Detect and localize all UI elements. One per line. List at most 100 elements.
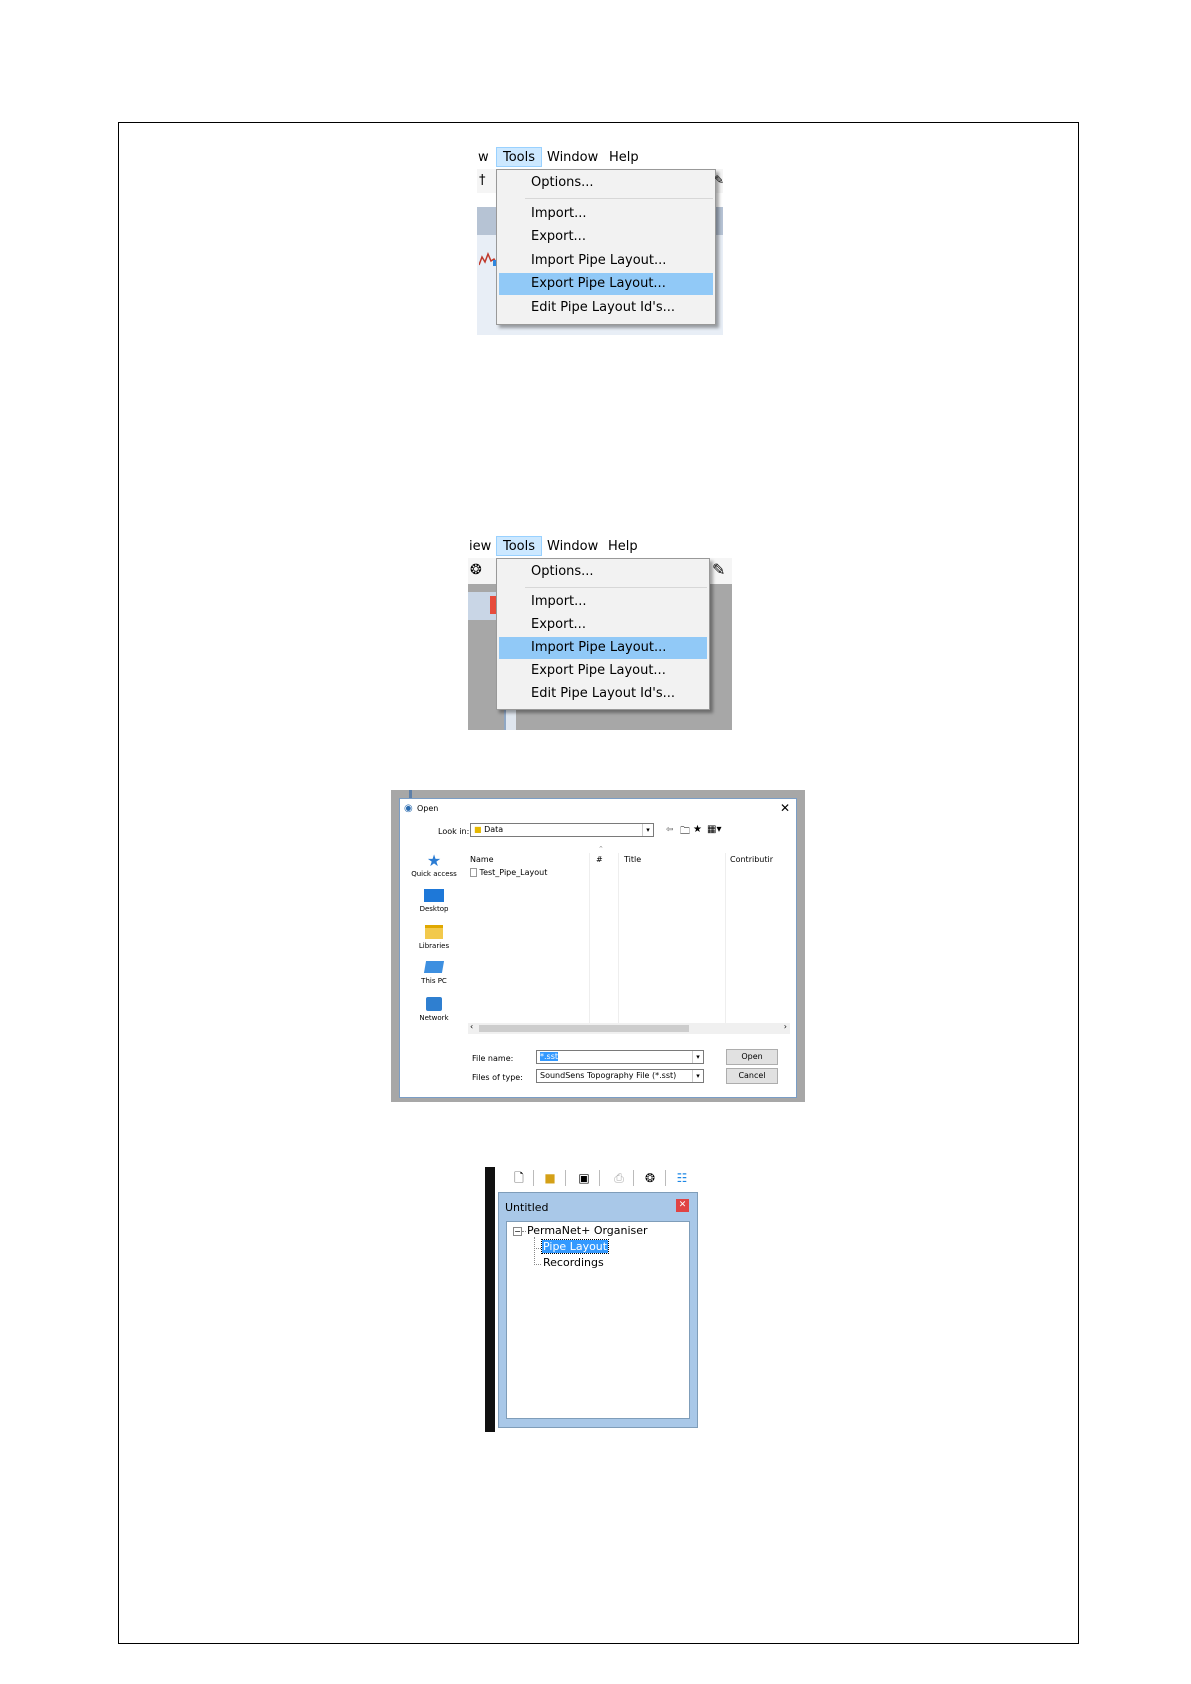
plug-icon: ❂ — [470, 562, 482, 578]
organiser-window: Untitled ✕ − PermaNet+ Organiser Pipe La… — [498, 1192, 698, 1428]
network-icon — [426, 997, 442, 1011]
tree-connector — [534, 1248, 541, 1250]
menu-item-edit-pipe-layout-ids[interactable]: Edit Pipe Layout Id's... — [499, 297, 713, 319]
libraries-icon — [425, 925, 443, 939]
computer-icon — [423, 961, 445, 973]
view-menu-icon[interactable]: ▦▾ — [707, 824, 721, 835]
chevron-down-icon: ▾ — [692, 1051, 703, 1063]
dialog-title: Open — [417, 804, 439, 813]
toolbar-separator — [633, 1170, 634, 1186]
tools-dropdown: Options... Import... Export... Import Pi… — [496, 558, 710, 710]
scrollbar-thumb[interactable] — [479, 1025, 689, 1032]
menu-item-export-pipe-layout[interactable]: Export Pipe Layout... — [499, 273, 713, 295]
place-label: This PC — [421, 977, 447, 985]
tree-node-recordings[interactable]: Recordings — [543, 1256, 604, 1269]
file-name: Test_Pipe_Layout — [479, 868, 548, 877]
desktop-icon — [424, 889, 444, 902]
tree-view[interactable]: − PermaNet+ Organiser Pipe Layout Record… — [506, 1221, 690, 1419]
network-icon[interactable]: ☷ — [672, 1169, 692, 1187]
menu-item-import[interactable]: Import... — [499, 591, 707, 613]
menu-window[interactable]: Window — [547, 539, 598, 554]
column-header-name[interactable]: Name — [470, 855, 494, 864]
menu-item-export[interactable]: Export... — [499, 226, 713, 248]
file-list[interactable]: ⌃ Name # Title Contributir Test_Pipe_Lay… — [468, 845, 790, 1035]
place-label: Quick access — [411, 870, 457, 878]
sort-arrow-icon: ⌃ — [598, 845, 604, 853]
column-divider — [725, 853, 726, 1023]
menu-help[interactable]: Help — [609, 150, 639, 165]
toolbar-separator — [665, 1170, 666, 1186]
menu-view-partial[interactable]: iew — [469, 539, 491, 554]
menu-item-options[interactable]: Options... — [499, 172, 713, 194]
file-name-input[interactable]: *.sst ▾ — [536, 1050, 704, 1064]
star-icon: ★ — [426, 851, 442, 870]
close-icon[interactable]: ✕ — [780, 801, 790, 815]
menu-help[interactable]: Help — [608, 539, 638, 554]
menu-separator — [525, 587, 707, 588]
open-folder-icon[interactable]: ■ — [540, 1169, 560, 1187]
look-in-combo[interactable]: ■ Data ▾ — [470, 823, 654, 837]
menu-item-edit-pipe-layout-ids[interactable]: Edit Pipe Layout Id's... — [499, 683, 707, 705]
file-name-label: File name: — [472, 1054, 514, 1063]
file-type-select[interactable]: SoundSens Topography File (*.sst) ▾ — [536, 1069, 704, 1083]
place-desktop[interactable]: Desktop — [404, 889, 464, 913]
tree-connector — [534, 1264, 541, 1266]
column-header-contributing[interactable]: Contributir — [730, 855, 773, 864]
menu-window[interactable]: Window — [547, 150, 598, 165]
toolbar: 🗋 ■ ▣ ⎙ ❂ ☷ — [495, 1167, 716, 1189]
scroll-right-icon[interactable]: › — [784, 1022, 787, 1031]
column-header-title[interactable]: Title — [624, 855, 641, 864]
up-folder-icon[interactable]: 🗀 — [680, 824, 690, 841]
menu-item-import[interactable]: Import... — [499, 203, 713, 225]
toolbar-separator — [565, 1170, 566, 1186]
place-quick-access[interactable]: ★ Quick access — [404, 851, 464, 878]
save-icon[interactable]: ▣ — [574, 1169, 594, 1187]
menu-screenshot-import: ❂ iew Tools Window Help Options... Impor… — [468, 536, 732, 730]
place-libraries[interactable]: Libraries — [404, 925, 464, 950]
look-in-value: Data — [484, 825, 504, 834]
chevron-down-icon: ▾ — [642, 824, 653, 836]
column-divider — [589, 853, 590, 1023]
tree-connector — [534, 1237, 536, 1265]
tools-dropdown: Options... Import... Export... Import Pi… — [496, 169, 716, 325]
menu-tools[interactable]: Tools — [496, 147, 543, 167]
background-edge — [409, 790, 412, 798]
file-type-label: Files of type: — [472, 1073, 523, 1082]
place-network[interactable]: Network — [404, 997, 464, 1022]
place-label: Desktop — [419, 905, 449, 913]
place-this-pc[interactable]: This PC — [404, 961, 464, 985]
menu-bar: w Tools Window Help — [477, 147, 723, 169]
folder-icon: ■ — [474, 825, 482, 834]
tree-node-pipe-layout[interactable]: Pipe Layout — [540, 1239, 610, 1254]
look-in-label: Look in: — [438, 827, 470, 836]
menu-item-export[interactable]: Export... — [499, 614, 707, 636]
tree-root-node[interactable]: PermaNet+ Organiser — [527, 1224, 648, 1237]
toolbar-separator — [599, 1170, 600, 1186]
menu-item-import-pipe-layout[interactable]: Import Pipe Layout... — [499, 637, 707, 659]
organiser-screenshot: 🗋 ■ ▣ ⎙ ❂ ☷ Untitled ✕ − PermaNet+ Organ… — [485, 1167, 716, 1432]
column-header-number[interactable]: # — [596, 855, 603, 864]
new-file-icon[interactable]: 🗋 — [509, 1169, 529, 1187]
back-icon[interactable]: ⇦ — [666, 825, 674, 835]
menu-bar: iew Tools Window Help — [468, 536, 732, 558]
place-label: Network — [419, 1014, 449, 1022]
new-folder-icon[interactable]: ★ — [693, 824, 702, 835]
horizontal-scrollbar[interactable]: ‹ › — [468, 1022, 790, 1034]
print-icon[interactable]: ⎙ — [609, 1169, 629, 1187]
scroll-left-icon[interactable]: ‹ — [470, 1022, 473, 1031]
menu-tools[interactable]: Tools — [496, 536, 543, 556]
cancel-button[interactable]: Cancel — [726, 1068, 778, 1084]
menu-view-partial[interactable]: w — [478, 150, 489, 165]
menu-item-export-pipe-layout[interactable]: Export Pipe Layout... — [499, 660, 707, 682]
file-row[interactable]: Test_Pipe_Layout — [470, 868, 547, 880]
chart-icon — [478, 251, 498, 266]
tree-toggle[interactable]: − — [513, 1227, 522, 1236]
plug-icon[interactable]: ❂ — [640, 1169, 660, 1187]
open-button[interactable]: Open — [726, 1049, 778, 1065]
window-title: Untitled — [505, 1201, 549, 1214]
open-dialog-screenshot: ◉ Open ✕ Look in: ■ Data ▾ ⇦ 🗀 ★ ▦▾ ★ Qu… — [391, 790, 805, 1102]
file-icon — [470, 868, 477, 877]
menu-item-import-pipe-layout[interactable]: Import Pipe Layout... — [499, 250, 713, 272]
menu-item-options[interactable]: Options... — [499, 561, 707, 583]
close-icon[interactable]: ✕ — [676, 1199, 689, 1212]
